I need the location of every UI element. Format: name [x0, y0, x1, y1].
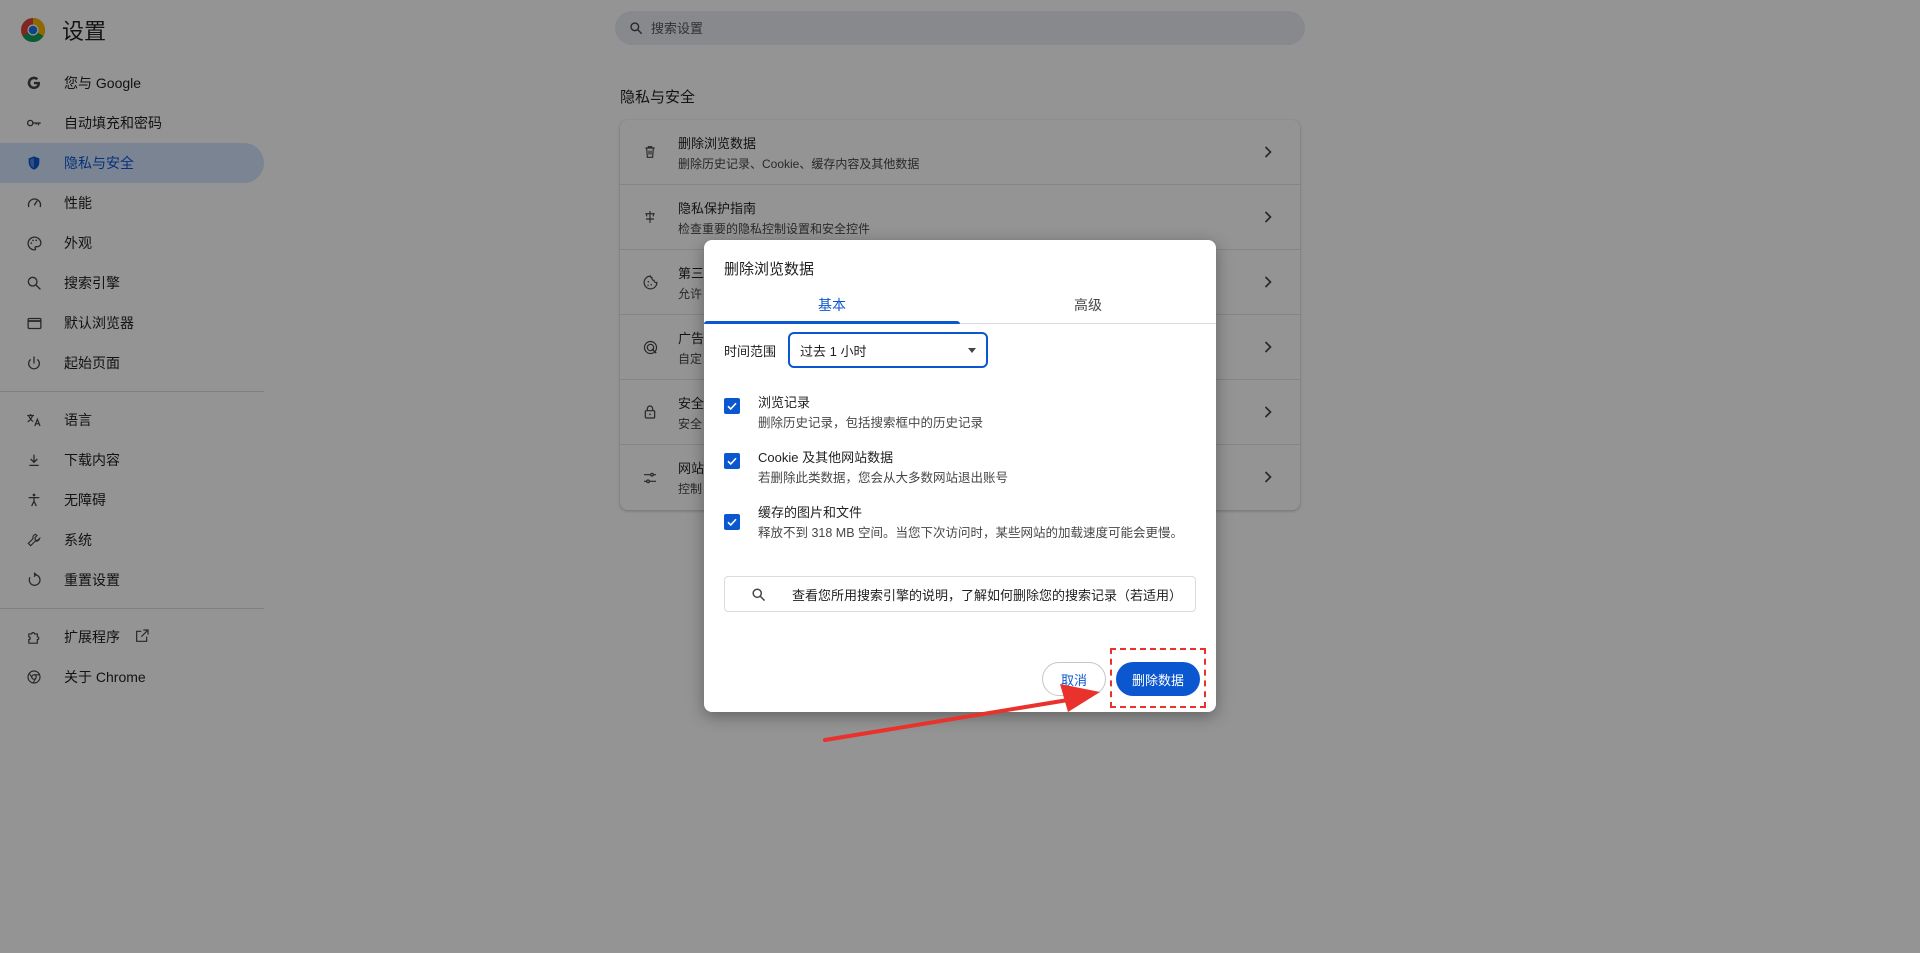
- search-engine-info-link[interactable]: 查看您所用搜索引擎的说明，了解如何删除您的搜索记录（若适用）: [724, 576, 1196, 612]
- time-range-row: 时间范围 过去 1 小时: [724, 332, 989, 368]
- time-range-value: 过去 1 小时: [800, 343, 867, 359]
- dialog-tabs: 基本 高级: [704, 286, 1216, 324]
- cancel-button[interactable]: 取消: [1042, 662, 1106, 696]
- option-cookies: Cookie 及其他网站数据若删除此类数据，您会从大多数网站退出账号: [724, 447, 1196, 488]
- tab-advanced[interactable]: 高级: [960, 286, 1216, 323]
- checkmark-icon: [727, 457, 737, 466]
- option-subtitle: 删除历史记录，包括搜索框中的历史记录: [758, 416, 984, 430]
- option-title: 缓存的图片和文件: [758, 505, 863, 520]
- tab-basic[interactable]: 基本: [704, 286, 960, 324]
- checkbox-cookies[interactable]: [724, 453, 740, 469]
- checkbox-cached-images[interactable]: [724, 514, 740, 530]
- search-icon: [752, 587, 765, 601]
- info-text: 查看您所用搜索引擎的说明，了解如何删除您的搜索记录（若适用）: [792, 587, 1183, 603]
- dropdown-caret-icon: [968, 347, 977, 353]
- time-range-select[interactable]: 过去 1 小时: [788, 332, 989, 368]
- clear-browsing-data-dialog: 删除浏览数据 基本 高级 时间范围 过去 1 小时 浏览记录删除历史记录，包括搜…: [704, 240, 1216, 712]
- option-title: 浏览记录: [758, 395, 811, 410]
- option-subtitle: 若删除此类数据，您会从大多数网站退出账号: [758, 471, 1009, 485]
- checkmark-icon: [727, 402, 737, 411]
- annotation-highlight-box: [1110, 648, 1206, 708]
- time-range-label: 时间范围: [724, 343, 777, 359]
- dialog-title: 删除浏览数据: [724, 261, 815, 278]
- checkmark-icon: [727, 518, 737, 527]
- option-browsing-history: 浏览记录删除历史记录，包括搜索框中的历史记录: [724, 392, 1196, 433]
- option-cached-images: 缓存的图片和文件释放不到 318 MB 空间。当您下次访问时，某些网站的加载速度…: [724, 502, 1196, 543]
- option-title: Cookie 及其他网站数据: [758, 450, 894, 465]
- checkbox-browsing-history[interactable]: [724, 398, 740, 414]
- option-subtitle: 释放不到 318 MB 空间。当您下次访问时，某些网站的加载速度可能会更慢。: [758, 526, 1184, 540]
